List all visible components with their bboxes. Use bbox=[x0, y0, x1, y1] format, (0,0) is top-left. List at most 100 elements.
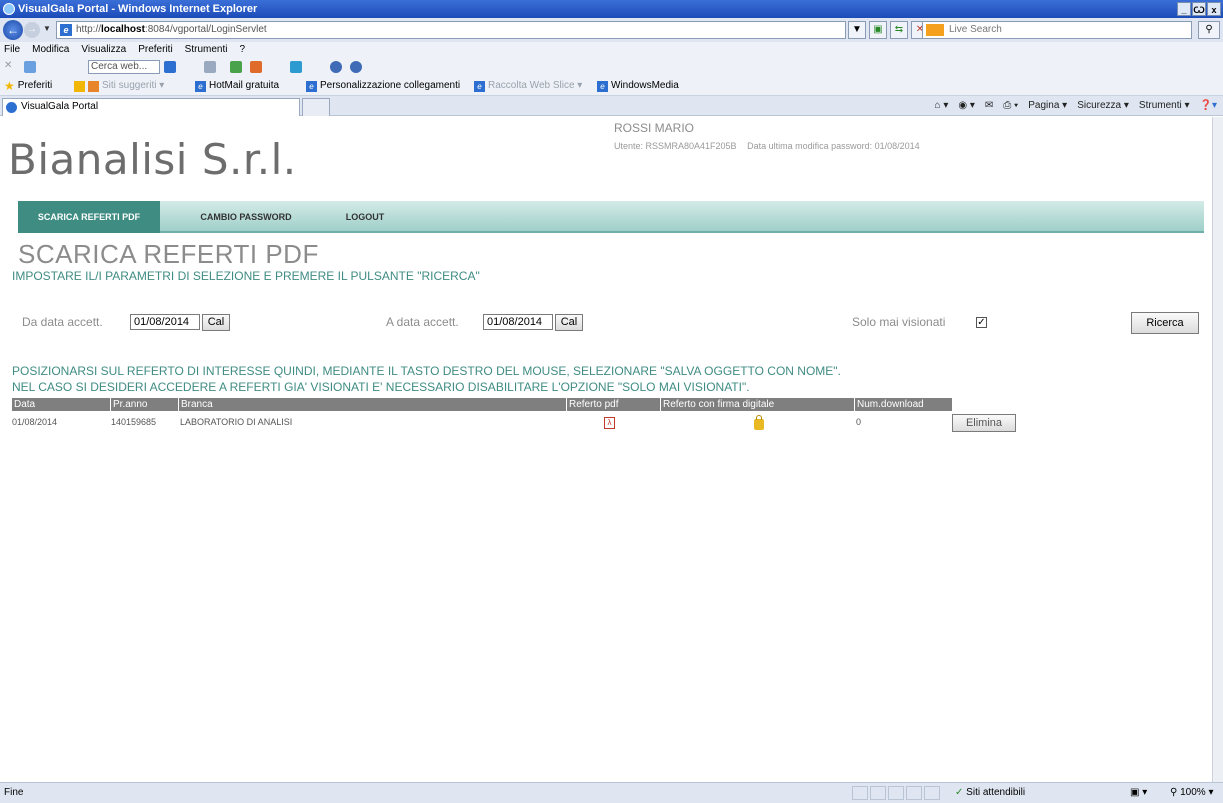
cerca-go-icon[interactable] bbox=[164, 61, 176, 73]
zoom-level: 100% bbox=[1180, 787, 1206, 798]
search-button[interactable]: Ricerca bbox=[1131, 312, 1199, 334]
ie-page-icon: e bbox=[195, 80, 206, 92]
from-date-input[interactable]: 01/08/2014 bbox=[130, 314, 200, 330]
help-icon[interactable]: ❓▾ bbox=[1200, 98, 1217, 114]
cell-pranno: 140159685 bbox=[111, 417, 157, 427]
mail-icon[interactable]: ✉ bbox=[985, 98, 993, 114]
to-date-input[interactable]: 01/08/2014 bbox=[483, 314, 553, 330]
signed-pdf-lock-icon[interactable] bbox=[754, 415, 764, 430]
add-icon[interactable] bbox=[230, 61, 242, 73]
toolbar-close-icon[interactable]: ✕ bbox=[4, 60, 12, 71]
password-change-date: Data ultima modifica password: 01/08/201… bbox=[747, 141, 920, 151]
fav-web-slice[interactable]: e Raccolta Web Slice ▾ bbox=[474, 76, 582, 96]
close-button[interactable]: x bbox=[1207, 2, 1221, 16]
from-date-calendar-button[interactable]: Cal bbox=[202, 314, 230, 331]
print-icon[interactable]: ⎙ ▾ bbox=[1003, 98, 1018, 114]
help-icon[interactable] bbox=[350, 61, 362, 73]
live-search-input[interactable]: Live Search bbox=[922, 21, 1192, 39]
zoom-icon: ⚲ bbox=[1170, 787, 1178, 798]
ie-page-icon: e bbox=[306, 80, 317, 92]
search-toolbar: ✕ Cerca web... bbox=[0, 58, 1223, 76]
user-info: Utente: RSSMRA80A41F205B Data ultima mod… bbox=[614, 141, 928, 151]
highlight-icon[interactable] bbox=[250, 61, 262, 73]
menu-bar: File Modifica Visualizza Preferiti Strum… bbox=[0, 42, 1223, 58]
maximize-button[interactable]: Ѡ bbox=[1192, 2, 1206, 16]
tab-bar: VisualGala Portal ⌂ ▾ ◉ ▾ ✉ ⎙ ▾ Pagina ▾… bbox=[0, 96, 1223, 116]
menu-visualizza[interactable]: Visualizza bbox=[81, 42, 126, 58]
fav-siti-suggeriti[interactable]: Siti suggeriti ▾ bbox=[74, 76, 164, 96]
menu-help[interactable]: ? bbox=[239, 42, 245, 58]
minimize-button[interactable]: _ bbox=[1177, 2, 1191, 16]
tab-ie-icon bbox=[6, 102, 17, 113]
col-referto-pdf: Referto pdf bbox=[566, 398, 618, 411]
results-table-header: Data Pr.anno Branca Referto pdf Referto … bbox=[12, 398, 952, 411]
nav-scarica-referti[interactable]: SCARICA REFERTI PDF bbox=[18, 201, 160, 233]
zoom-control[interactable]: ⚲ 100% ▾ bbox=[1170, 783, 1214, 803]
main-nav: SCARICA REFERTI PDF CAMBIO PASSWORD LOGO… bbox=[18, 201, 1204, 233]
fav-hotmail[interactable]: e HotMail gratuita bbox=[195, 76, 279, 96]
menu-strumenti-cmd[interactable]: Strumenti ▾ bbox=[1139, 98, 1190, 114]
menu-modifica[interactable]: Modifica bbox=[32, 42, 69, 58]
menu-pagina[interactable]: Pagina ▾ bbox=[1028, 98, 1067, 114]
menu-file[interactable]: File bbox=[4, 42, 20, 58]
col-firma-digitale: Referto con firma digitale bbox=[660, 398, 774, 411]
status-segment bbox=[870, 786, 886, 800]
suggested-sites-icon bbox=[88, 80, 99, 92]
favorites-button[interactable]: ★ Preferiti bbox=[4, 76, 52, 96]
delete-button[interactable]: Elimina bbox=[952, 414, 1016, 432]
cerca-web-input[interactable]: Cerca web... bbox=[88, 60, 160, 74]
menu-preferiti[interactable]: Preferiti bbox=[138, 42, 172, 58]
command-bar: ⌂ ▾ ◉ ▾ ✉ ⎙ ▾ Pagina ▾ Sicurezza ▾ Strum… bbox=[935, 98, 1217, 114]
to-date-calendar-button[interactable]: Cal bbox=[555, 314, 583, 331]
url-text: http://localhost:8084/vgportal/LoginServ… bbox=[76, 24, 267, 35]
cell-num-download: 0 bbox=[856, 417, 862, 427]
history-dropdown-icon[interactable]: ▼ bbox=[43, 24, 51, 33]
instruction-line-1: POSIZIONARSI SUL REFERTO DI INTERESSE QU… bbox=[12, 364, 841, 378]
cell-data: 01/08/2014 bbox=[12, 417, 58, 427]
favorites-label: Preferiti bbox=[17, 80, 53, 91]
cell-branca: LABORATORIO DI ANALISI bbox=[180, 417, 293, 427]
search-icon[interactable]: ⚲ bbox=[1198, 21, 1220, 39]
ie-page-icon: e bbox=[474, 80, 485, 92]
live-search-logo-icon bbox=[926, 24, 944, 36]
compatibility-icon[interactable]: ▣ bbox=[869, 21, 887, 39]
feeds-icon[interactable]: ◉ ▾ bbox=[958, 98, 975, 114]
security-zone[interactable]: ✓ Siti attendibili bbox=[955, 783, 1025, 803]
menu-strumenti[interactable]: Strumenti bbox=[185, 42, 228, 58]
settings-icon[interactable] bbox=[330, 61, 342, 73]
pdf-download-icon[interactable]: λ bbox=[604, 417, 615, 429]
user-name: ROSSI MARIO bbox=[614, 121, 695, 135]
url-input[interactable]: e http://localhost:8084/vgportal/LoginSe… bbox=[56, 21, 846, 39]
bar-icon[interactable] bbox=[290, 61, 302, 73]
security-zone-label: Siti attendibili bbox=[966, 787, 1026, 798]
nav-logout[interactable]: LOGOUT bbox=[330, 201, 400, 233]
back-button[interactable]: ← bbox=[3, 20, 23, 40]
status-text: Fine bbox=[4, 787, 24, 798]
address-bar: ← → ▼ e http://localhost:8084/vgportal/L… bbox=[0, 18, 1223, 42]
mail-icon[interactable] bbox=[204, 61, 216, 73]
feeds-icon bbox=[74, 80, 85, 92]
page-content: Bianalisi S.r.l. ROSSI MARIO Utente: RSS… bbox=[0, 117, 1212, 782]
nav-cambio-password[interactable]: CAMBIO PASSWORD bbox=[180, 201, 312, 233]
menu-sicurezza[interactable]: Sicurezza ▾ bbox=[1077, 98, 1129, 114]
fav-personalizzazione-label: Personalizzazione collegamenti bbox=[320, 80, 461, 91]
refresh-icon[interactable]: ⇆ bbox=[890, 21, 908, 39]
col-branca: Branca bbox=[178, 398, 213, 411]
home-icon[interactable]: ⌂ ▾ bbox=[935, 98, 949, 114]
vertical-scrollbar[interactable] bbox=[1212, 117, 1223, 782]
forward-button[interactable]: → bbox=[24, 22, 40, 38]
page-title: SCARICA REFERTI PDF bbox=[18, 239, 319, 269]
protected-mode-icon[interactable]: ▣ ▾ bbox=[1130, 783, 1147, 803]
company-name: Bianalisi S.r.l. bbox=[8, 135, 297, 184]
fav-windowsmedia-label: WindowsMedia bbox=[611, 80, 679, 91]
new-tab-button[interactable] bbox=[302, 98, 330, 116]
url-dropdown-icon[interactable]: ▼ bbox=[848, 21, 866, 39]
status-segment bbox=[852, 786, 868, 800]
tab-visualgala[interactable]: VisualGala Portal bbox=[2, 98, 300, 116]
unseen-only-checkbox[interactable]: ✓ bbox=[976, 317, 987, 328]
fav-personalizzazione[interactable]: e Personalizzazione collegamenti bbox=[306, 76, 460, 96]
user-code: Utente: RSSMRA80A41F205B bbox=[614, 141, 737, 151]
instruction-line-2: NEL CASO SI DESIDERI ACCEDERE A REFERTI … bbox=[12, 380, 750, 394]
col-data: Data bbox=[14, 399, 36, 410]
fav-windowsmedia[interactable]: e WindowsMedia bbox=[597, 76, 679, 96]
